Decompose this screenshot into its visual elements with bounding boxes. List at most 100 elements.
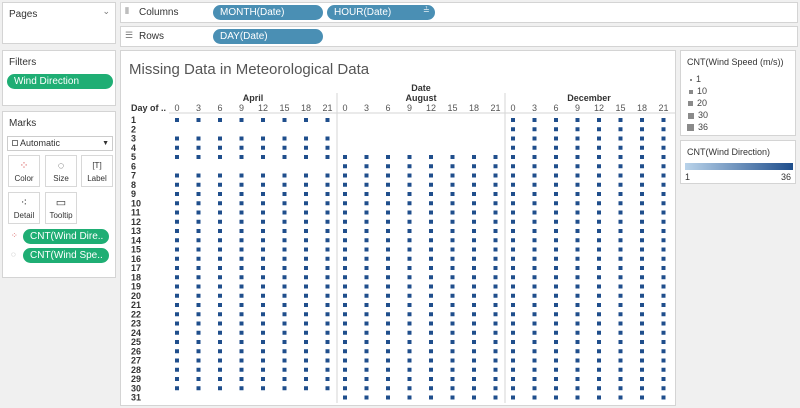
marks-pill-cnt-wind-direction[interactable]: CNT(Wind Dire.. bbox=[23, 229, 109, 244]
label-button[interactable]: [T] Label bbox=[81, 155, 113, 187]
data-mark bbox=[196, 219, 201, 224]
data-mark bbox=[575, 377, 580, 381]
data-mark bbox=[196, 136, 201, 141]
hour-tick-label: 12 bbox=[594, 103, 604, 113]
column-pill-hour-date[interactable]: HOUR(Date) bbox=[327, 5, 435, 20]
size-button[interactable]: ◌ Size bbox=[45, 155, 77, 187]
data-mark bbox=[407, 210, 412, 215]
data-mark bbox=[364, 164, 369, 169]
data-mark bbox=[511, 155, 515, 159]
data-mark bbox=[364, 367, 369, 372]
data-mark bbox=[325, 386, 330, 391]
data-mark bbox=[597, 127, 601, 132]
data-mark bbox=[261, 386, 265, 391]
data-mark bbox=[175, 173, 179, 178]
data-mark bbox=[325, 247, 330, 252]
row-pill-day-date[interactable]: DAY(Date) bbox=[213, 29, 323, 44]
data-mark bbox=[386, 377, 390, 381]
pages-title: Pages bbox=[9, 9, 38, 20]
data-mark bbox=[175, 349, 179, 354]
data-mark bbox=[261, 238, 265, 243]
chart-title: Missing Data in Meteorological Data bbox=[129, 61, 370, 78]
column-pill-month-date[interactable]: MONTH(Date) bbox=[213, 5, 323, 20]
data-mark bbox=[597, 266, 601, 270]
data-mark bbox=[343, 210, 347, 215]
data-mark bbox=[364, 293, 369, 298]
data-mark bbox=[597, 155, 601, 159]
hour-tick-label: 15 bbox=[447, 103, 457, 113]
sort-icon[interactable]: ≟ bbox=[423, 6, 430, 15]
month-header: April bbox=[243, 93, 264, 103]
data-mark bbox=[554, 155, 558, 159]
data-mark bbox=[364, 210, 369, 215]
data-mark bbox=[282, 275, 287, 280]
data-mark bbox=[175, 201, 179, 206]
filters-card: Filters Wind Direction bbox=[2, 50, 116, 106]
data-mark bbox=[343, 321, 347, 326]
data-mark bbox=[429, 192, 433, 196]
rows-icon: ☰ bbox=[125, 30, 134, 40]
tooltip-button[interactable]: ▭ Tooltip bbox=[45, 192, 77, 224]
data-mark bbox=[196, 349, 201, 354]
data-mark bbox=[554, 182, 558, 187]
data-mark bbox=[364, 330, 369, 335]
data-mark bbox=[364, 284, 369, 289]
size-encoding-icon: ◌ bbox=[11, 250, 16, 259]
data-mark bbox=[554, 256, 558, 261]
mark-type-select[interactable]: Automatic ▼ bbox=[7, 136, 113, 151]
data-mark bbox=[239, 173, 244, 178]
filter-pill-wind-direction[interactable]: Wind Direction bbox=[7, 74, 113, 89]
data-mark bbox=[532, 358, 537, 363]
data-mark bbox=[343, 266, 347, 270]
marks-card: Marks Automatic ▼ ⁘ Color ◌ Size [T] Lab… bbox=[2, 111, 116, 278]
data-mark bbox=[554, 367, 558, 372]
chevron-down-icon[interactable]: ⌄ bbox=[102, 6, 110, 17]
marks-pill-cnt-wind-speed[interactable]: CNT(Wind Spe.. bbox=[23, 248, 109, 263]
data-mark bbox=[407, 340, 412, 344]
data-mark bbox=[618, 340, 623, 344]
data-mark bbox=[386, 256, 390, 261]
data-mark bbox=[640, 201, 644, 206]
data-mark bbox=[196, 340, 201, 344]
color-legend-title: CNT(Wind Direction) bbox=[687, 147, 771, 157]
data-mark bbox=[575, 118, 580, 122]
size-icon: ◌ bbox=[57, 160, 65, 172]
size-legend-item: 36 bbox=[687, 122, 708, 132]
color-dots-icon: ⁘ bbox=[19, 160, 29, 172]
data-mark bbox=[261, 293, 265, 298]
data-mark bbox=[472, 293, 476, 298]
data-mark bbox=[532, 367, 537, 372]
data-mark bbox=[493, 238, 498, 243]
data-mark bbox=[239, 312, 244, 317]
data-mark bbox=[261, 210, 265, 215]
color-button[interactable]: ⁘ Color bbox=[8, 155, 40, 187]
data-mark bbox=[218, 349, 222, 354]
detail-button[interactable]: ⁖ Detail bbox=[8, 192, 40, 224]
data-mark bbox=[429, 349, 433, 354]
square-icon bbox=[690, 78, 692, 81]
data-mark bbox=[618, 293, 623, 298]
data-mark bbox=[196, 118, 201, 122]
data-mark bbox=[472, 330, 476, 335]
columns-icon: ⦀ bbox=[125, 6, 129, 16]
data-mark bbox=[618, 219, 623, 224]
data-mark bbox=[493, 247, 498, 252]
data-mark bbox=[575, 247, 580, 252]
data-mark bbox=[450, 155, 455, 159]
data-mark bbox=[429, 377, 433, 381]
data-mark bbox=[575, 386, 580, 391]
data-mark bbox=[532, 182, 537, 187]
size-legend-label: 36 bbox=[698, 122, 709, 132]
data-mark bbox=[386, 386, 390, 391]
data-mark bbox=[640, 330, 644, 335]
data-mark bbox=[261, 275, 265, 280]
data-mark bbox=[429, 358, 433, 363]
data-mark bbox=[218, 238, 222, 243]
data-mark bbox=[239, 210, 244, 215]
data-mark bbox=[386, 303, 390, 307]
hour-tick-label: 18 bbox=[301, 103, 311, 113]
data-mark bbox=[640, 266, 644, 270]
data-mark bbox=[364, 275, 369, 280]
data-mark bbox=[618, 367, 623, 372]
data-mark bbox=[511, 358, 515, 363]
